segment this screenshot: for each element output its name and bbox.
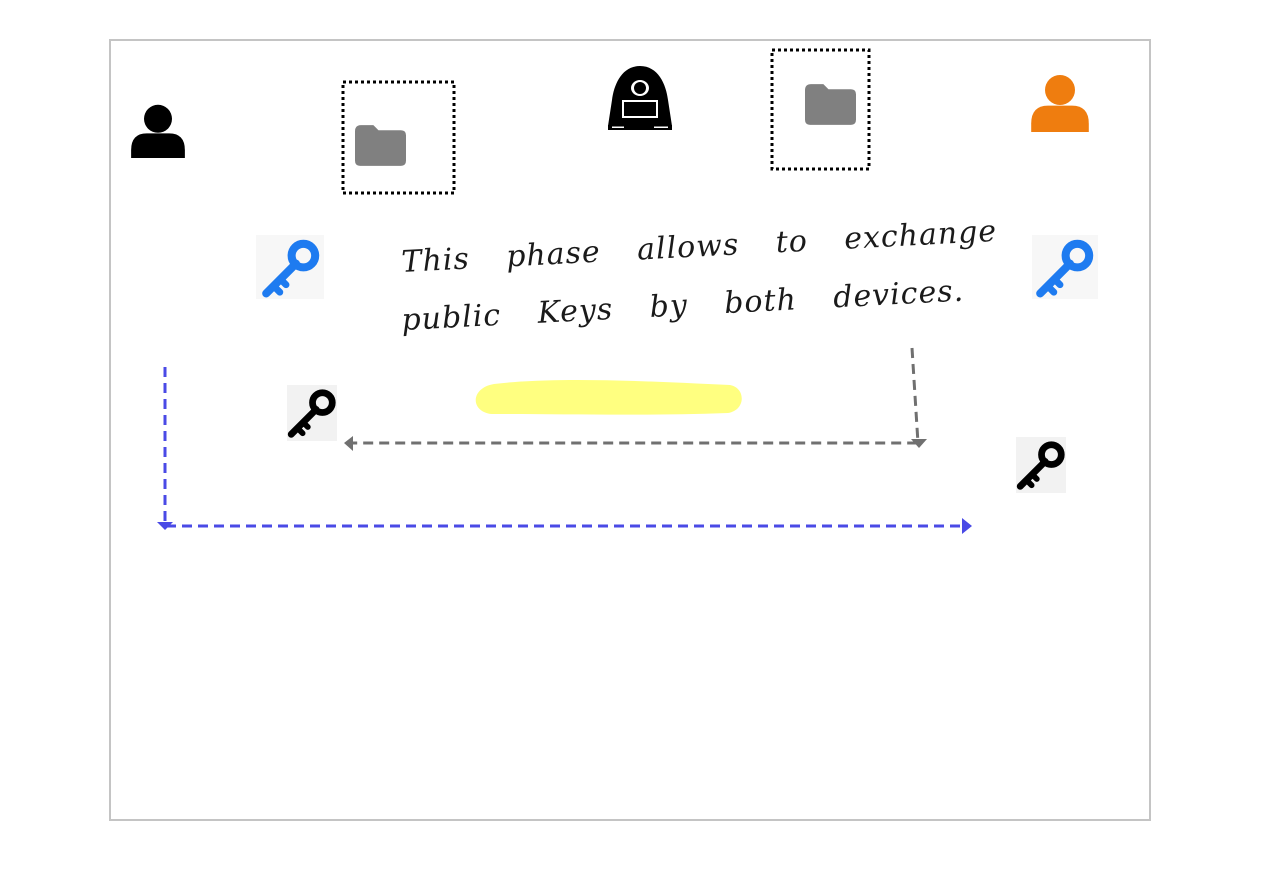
private-key-right-icon[interactable] [1016, 437, 1066, 493]
note-line-1: This phase allows to exchange [401, 214, 998, 280]
folder-right-selection[interactable] [770, 48, 871, 171]
public-key-left-icon[interactable] [256, 235, 324, 299]
hacker-icon[interactable] [608, 66, 672, 130]
folder-left-selection[interactable] [341, 80, 456, 195]
public-key-right-icon[interactable] [1032, 235, 1098, 299]
folder-right-icon[interactable] [805, 84, 856, 125]
highlighter-stroke[interactable] [475, 380, 742, 415]
user-right-icon[interactable] [1031, 75, 1089, 132]
user-left-icon[interactable] [131, 104, 185, 158]
private-key-left-icon[interactable] [287, 385, 337, 441]
blue-arrowhead-right [962, 518, 972, 534]
gray-arrowhead-left [344, 436, 353, 451]
diagram-svg: This phase allows to exchange public Key… [131, 48, 1098, 534]
folder-left-icon[interactable] [355, 125, 406, 166]
note-line-2: public Keys by both devices. [401, 274, 965, 338]
